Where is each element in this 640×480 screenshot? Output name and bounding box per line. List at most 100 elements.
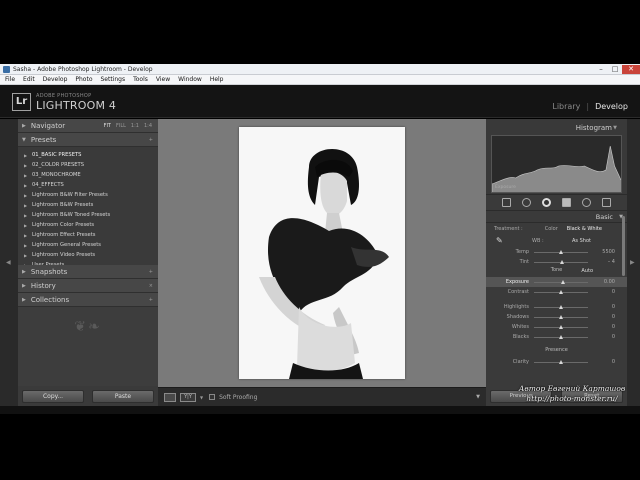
auto-tone-button[interactable]: Auto [581,268,593,274]
preset-folder[interactable]: ▶ Lightroom B&W Toned Presets [24,210,158,220]
shadows-slider[interactable] [534,315,588,319]
menu-help[interactable]: Help [210,76,224,83]
loupe-view-icon[interactable] [164,392,176,402]
menu-edit[interactable]: Edit [23,76,35,83]
contrast-slider[interactable] [534,290,588,294]
zoom-fit[interactable]: FIT [104,123,111,129]
slider-knob[interactable] [561,280,566,284]
menu-view[interactable]: View [156,76,170,83]
slider-row: Shadows 0 [486,312,627,322]
slider-value[interactable]: 0 [612,314,615,320]
basic-header[interactable]: Basic ▼ [486,211,627,223]
snapshots-header[interactable]: ▶ Snapshots + [18,265,158,279]
slider-value[interactable]: 0 [612,304,615,310]
preset-folder[interactable]: ▶ 03_MONOCHROME [24,170,158,180]
treatment-bw[interactable]: Black & White [567,226,602,232]
slider-knob[interactable] [558,250,563,254]
close-button[interactable]: ✕ [622,64,640,74]
slider-knob[interactable] [558,335,563,339]
clear-history-button[interactable]: × [149,283,153,289]
slider-knob[interactable] [558,360,563,364]
adjustment-brush-icon[interactable] [602,198,612,207]
maximize-button[interactable]: □ [608,65,622,74]
add-snapshot-button[interactable]: + [149,269,153,275]
add-preset-button[interactable]: + [149,137,153,143]
slider-value[interactable]: 0.00 [604,279,615,285]
right-panel-edge[interactable]: ▶ [627,119,640,406]
whites-slider[interactable] [534,325,588,329]
menu-tools[interactable]: Tools [133,76,148,83]
view-dropdown-icon[interactable]: ▼ [200,395,203,400]
slider-label: Exposure [505,279,529,285]
preset-folder[interactable]: ▶ Lightroom B&W Presets [24,200,158,210]
wb-select[interactable]: As Shot [572,238,591,244]
zoom-1-4[interactable]: 1:4 [144,123,152,129]
right-panel-scrollbar[interactable] [622,216,625,276]
preset-folder[interactable]: ▶ 01_BASIC PRESETS [24,150,158,160]
graduated-filter-icon[interactable] [562,198,572,207]
left-panel-edge[interactable]: ◀ [0,119,18,406]
module-separator: | [586,102,590,111]
histogram-header[interactable]: Histogram ▼ [491,123,622,132]
folder-triangle-icon: ▶ [24,222,28,228]
paste-button[interactable]: Paste [92,389,154,403]
tone-label: Tone [550,267,563,273]
preset-folder[interactable]: ▶ Lightroom Video Presets [24,250,158,260]
blacks-slider[interactable] [534,335,588,339]
preset-folder[interactable]: ▶ 02_COLOR PRESETS [24,160,158,170]
preset-folder[interactable]: ▶ Lightroom General Presets [24,240,158,250]
slider-value[interactable]: 5500 [602,249,615,255]
soft-proofing-checkbox[interactable] [209,394,216,400]
histogram-graph[interactable]: Exposure [491,135,622,193]
highlights-slider[interactable] [534,305,588,309]
toolbar-menu-icon[interactable]: ▼ [476,394,480,400]
zoom-fill[interactable]: FILL [116,123,126,129]
copy-button[interactable]: Copy... [22,389,84,403]
tone-subheader: Tone Auto [486,267,627,277]
red-eye-icon[interactable] [541,198,551,207]
menu-photo[interactable]: Photo [75,76,92,83]
preset-folder[interactable]: ▶ Lightroom Effect Presets [24,230,158,240]
slider-value[interactable]: – 4 [608,259,615,265]
before-after-button[interactable]: Y|Y [180,392,196,402]
minimize-button[interactable]: – [594,65,608,74]
preset-folder[interactable]: ▶ Lightroom Color Presets [24,220,158,230]
zoom-1-1[interactable]: 1:1 [131,123,139,129]
collapse-right-icon[interactable]: ▶ [630,259,635,266]
spot-removal-icon[interactable] [521,198,531,207]
tint-slider[interactable] [534,260,588,264]
menu-settings[interactable]: Settings [101,76,126,83]
slider-knob[interactable] [558,305,563,309]
radial-brush-icon[interactable] [582,198,592,207]
collapse-left-icon[interactable]: ◀ [6,259,11,266]
photo-preview[interactable] [239,127,405,379]
presets-header[interactable]: ▼ Presets + [18,133,158,147]
exposure-slider[interactable] [534,280,588,284]
navigator-header[interactable]: ▶ Navigator FIT FILL 1:1 1:4 [18,119,158,133]
treatment-color[interactable]: Color [545,226,558,232]
history-header[interactable]: ▶ History × [18,279,158,293]
collections-header[interactable]: ▶ Collections + [18,293,158,307]
slider-value[interactable]: 0 [612,334,615,340]
crop-tool-icon[interactable] [501,198,511,207]
menu-window[interactable]: Window [178,76,202,83]
module-develop[interactable]: Develop [595,102,628,111]
temp-slider[interactable] [534,250,588,254]
module-library[interactable]: Library [552,102,580,111]
clarity-slider[interactable] [534,360,588,364]
histogram-label: Histogram [575,123,612,132]
histogram-panel: Histogram ▼ Exposure [486,119,627,195]
image-canvas[interactable] [158,119,486,387]
slider-knob[interactable] [558,325,563,329]
slider-knob[interactable] [558,290,563,294]
slider-knob[interactable] [559,260,564,264]
preset-folder[interactable]: ▶ 04_EFFECTS [24,180,158,190]
slider-knob[interactable] [558,315,563,319]
slider-value[interactable]: 0 [612,289,615,295]
menu-file[interactable]: File [5,76,15,83]
slider-value[interactable]: 0 [612,359,615,365]
preset-folder[interactable]: ▶ Lightroom B&W Filter Presets [24,190,158,200]
slider-value[interactable]: 0 [612,324,615,330]
menu-develop[interactable]: Develop [43,76,68,83]
add-collection-button[interactable]: + [149,297,153,303]
